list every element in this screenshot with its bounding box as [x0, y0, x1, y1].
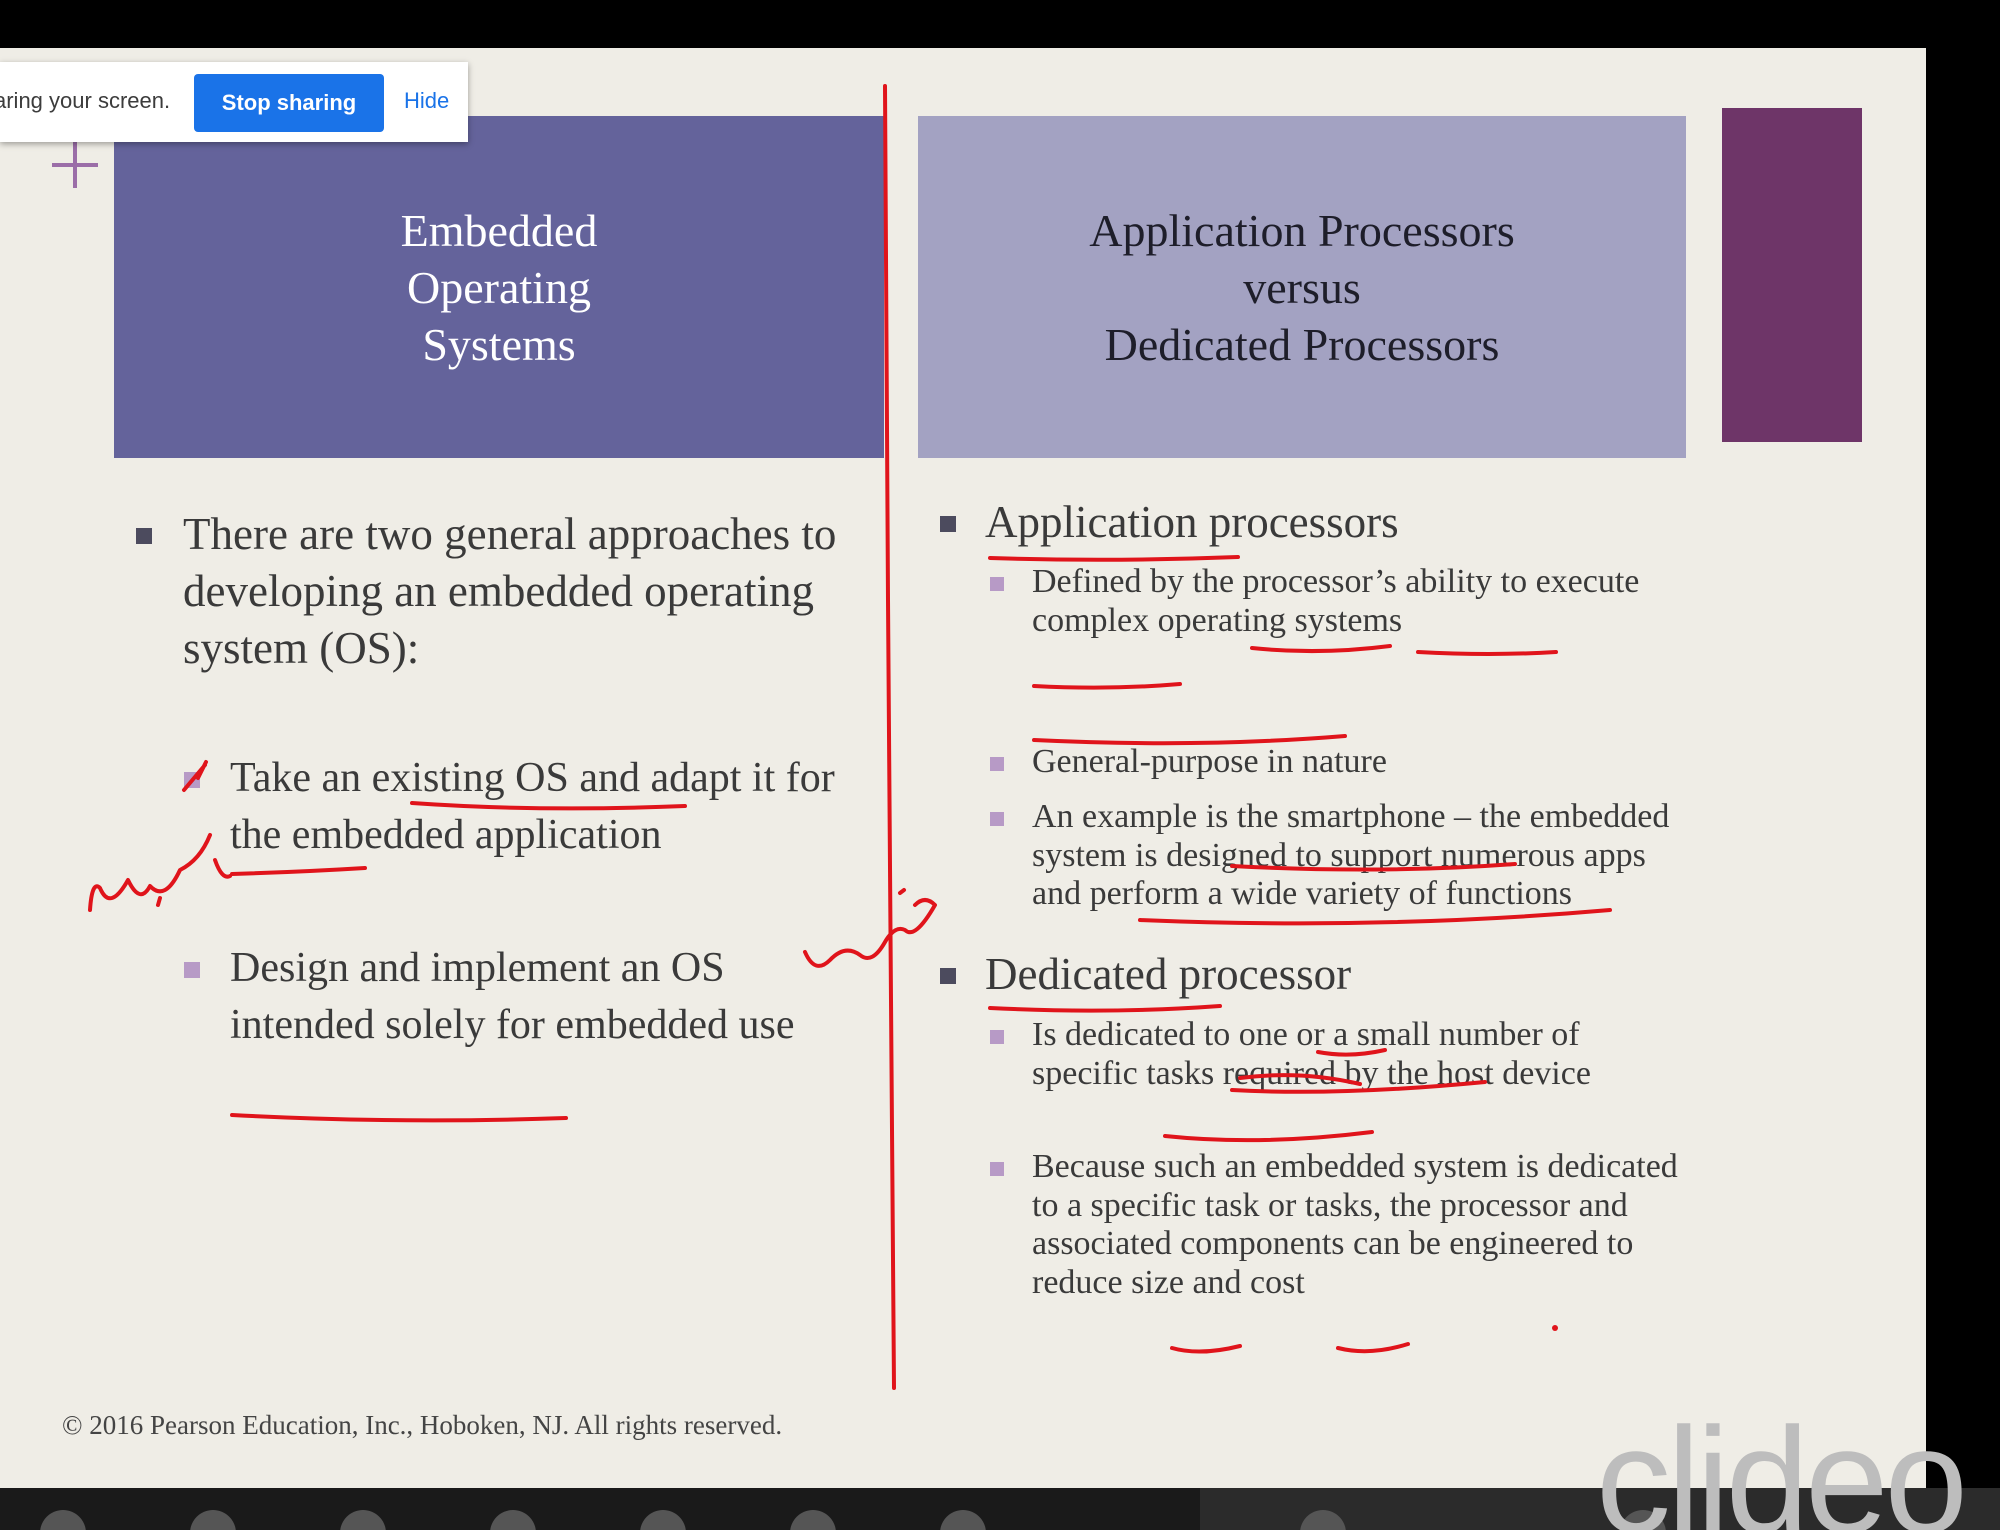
bullet-text: Because such an embedded system is dedic… [1032, 1148, 1678, 1301]
right-sub-bullet-complex-os: Defined by the processor’s ability to ex… [990, 563, 1680, 640]
bullet-marker [940, 968, 956, 984]
right-title-box: Application Processors versus Dedicated … [918, 116, 1686, 458]
bullet-marker [990, 1030, 1004, 1044]
bullet-marker [990, 757, 1004, 771]
plus-icon [52, 142, 98, 188]
taskbar-button-4[interactable] [490, 1510, 536, 1530]
left-slide-title: Embedded Operating Systems [400, 204, 598, 370]
taskbar-button-3[interactable] [340, 1510, 386, 1530]
left-title-box: Embedded Operating Systems [114, 116, 884, 458]
right-sub-bullet-general-purpose: General-purpose in nature [990, 743, 1680, 782]
right-heading-application-processors: Application processors [940, 496, 1700, 548]
bullet-marker [184, 962, 200, 978]
bullet-text: Take an existing OS and adapt it for the… [230, 755, 835, 858]
left-sub-bullet-existing-os: Take an existing OS and adapt it for the… [184, 750, 844, 864]
hide-banner-link[interactable]: Hide [404, 88, 449, 114]
bullet-text: An example is the smartphone – the embed… [1032, 798, 1670, 912]
bullet-marker [940, 516, 956, 532]
copyright-footer: © 2016 Pearson Education, Inc., Hoboken,… [62, 1410, 783, 1440]
bullet-marker [136, 528, 152, 544]
share-status-text: aring your screen. [0, 88, 171, 113]
screen-share-banner: aring your screen. Stop sharing Hide [0, 62, 468, 142]
clideo-watermark: clideo [1596, 1396, 1968, 1530]
taskbar-button-7[interactable] [940, 1510, 986, 1530]
stop-sharing-button[interactable]: Stop sharing [194, 74, 384, 132]
right-heading-dedicated-processor: Dedicated processor [940, 948, 1700, 1000]
bullet-text: Application processors [985, 497, 1399, 547]
taskbar-button-2[interactable] [190, 1510, 236, 1530]
bullet-marker [990, 577, 1004, 591]
right-sub-bullet-size-cost: Because such an embedded system is dedic… [990, 1148, 1690, 1302]
slide: Embedded Operating Systems Application P… [0, 48, 1926, 1488]
bullet-text: Is dedicated to one or a small number of… [1032, 1016, 1591, 1092]
taskbar-button-1[interactable] [40, 1510, 86, 1530]
bullet-text: Defined by the processor’s ability to ex… [1032, 563, 1640, 639]
right-sub-bullet-smartphone: An example is the smartphone – the embed… [990, 798, 1680, 914]
bullet-marker [990, 812, 1004, 826]
taskbar-button-6[interactable] [790, 1510, 836, 1530]
left-sub-bullet-embedded-use: Design and implement an OS intended sole… [184, 940, 844, 1054]
right-sub-bullet-specific-tasks: Is dedicated to one or a small number of… [990, 1016, 1680, 1093]
bullet-marker [184, 772, 200, 788]
bullet-text: Dedicated processor [985, 949, 1352, 999]
left-bullet-approaches: There are two general approaches to deve… [136, 506, 856, 677]
bullet-text: There are two general approaches to deve… [183, 509, 837, 673]
bullet-marker [990, 1162, 1004, 1176]
bullet-text: General-purpose in nature [1032, 743, 1387, 780]
bullet-text: Design and implement an OS intended sole… [230, 945, 795, 1048]
taskbar-button-5[interactable] [640, 1510, 686, 1530]
accent-box [1722, 108, 1862, 442]
right-slide-title: Application Processors versus Dedicated … [1089, 204, 1515, 370]
